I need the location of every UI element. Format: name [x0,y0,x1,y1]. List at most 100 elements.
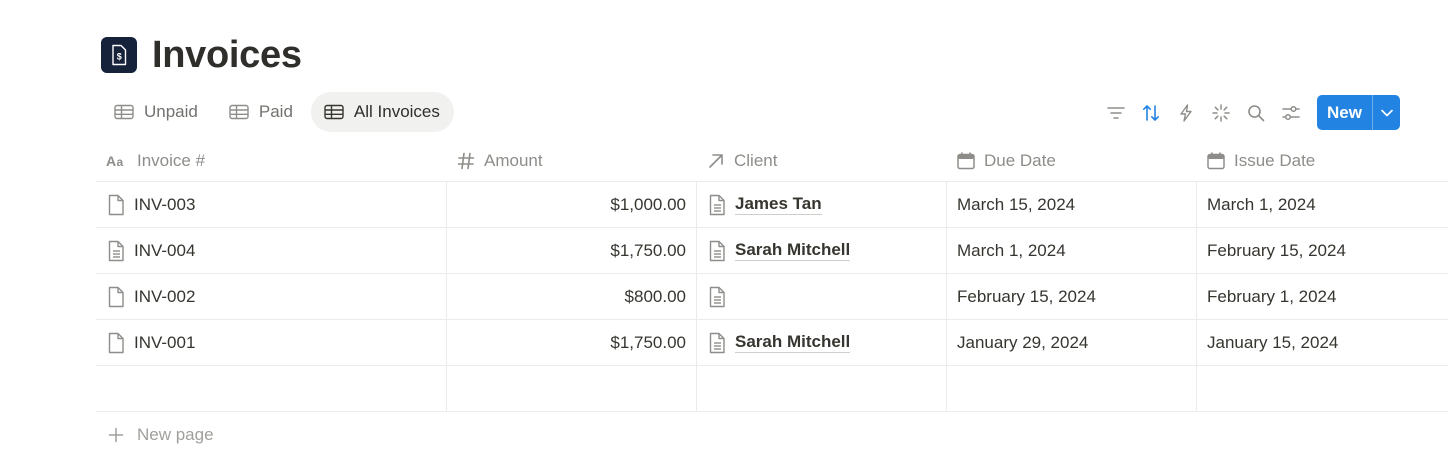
due-date-cell[interactable]: March 15, 2024 [947,182,1197,227]
amount-cell[interactable]: $1,750.00 [447,228,697,273]
page-title: Invoices [152,34,302,76]
text-page-icon [709,240,725,261]
column-header-invoice[interactable]: Aa Invoice # [96,140,447,181]
blank-page-icon [108,194,124,215]
client-cell[interactable]: Sarah Mitchell [697,320,947,365]
blank-page-icon [108,286,124,307]
table-header: Aa Invoice # Amount Client Due Date Issu… [96,140,1448,182]
table-row[interactable]: INV-002 $800.00 February 15, 2024 Februa… [96,274,1448,320]
invoice-number: INV-002 [134,286,196,306]
svg-text:$: $ [117,52,122,62]
column-label: Client [734,150,778,170]
ai-button[interactable] [1203,95,1238,130]
due-date-value: March 15, 2024 [957,194,1076,214]
calendar-icon [1207,151,1225,169]
due-date-value: January 29, 2024 [957,332,1089,352]
amount-value: $1,750.00 [610,332,686,352]
empty-cell[interactable] [96,366,447,411]
blank-page-icon [108,332,124,353]
issue-date-value: February 1, 2024 [1207,286,1337,306]
invoice-cell[interactable]: INV-003 [96,182,447,227]
number-hash-icon [457,152,475,169]
invoice-cell[interactable]: INV-002 [96,274,447,319]
search-icon [1247,104,1264,121]
column-header-amount[interactable]: Amount [447,140,697,181]
table-row[interactable]: INV-004 $1,750.00 Sarah Mitchell March 1… [96,228,1448,274]
new-options-button[interactable] [1372,95,1400,130]
column-label: Due Date [984,150,1056,170]
client-link[interactable]: James Tan [735,194,822,215]
client-cell[interactable]: Sarah Mitchell [697,228,947,273]
tab-paid[interactable]: Paid [216,92,307,132]
calendar-icon [957,151,975,169]
empty-cell[interactable] [697,366,947,411]
table-icon [229,104,249,120]
page-header: $ Invoices [101,32,302,78]
issue-date-cell[interactable]: January 15, 2024 [1197,320,1447,365]
amount-cell[interactable]: $800.00 [447,274,697,319]
plus-icon [108,427,124,443]
client-cell[interactable]: James Tan [697,182,947,227]
tab-label: Unpaid [144,102,198,121]
empty-cell[interactable] [447,366,697,411]
text-page-icon [709,194,725,215]
automation-icon [1179,103,1192,122]
tab-label: All Invoices [353,102,440,121]
client-cell[interactable] [697,274,947,319]
due-date-cell[interactable]: February 15, 2024 [947,274,1197,319]
table-icon [114,104,134,120]
database-toolbar: New [1098,95,1400,130]
tab-label: Paid [258,102,293,121]
client-link[interactable]: Sarah Mitchell [735,332,851,353]
table-row[interactable]: INV-003 $1,000.00 James Tan March 15, 20… [96,182,1448,228]
chevron-down-icon [1380,109,1393,116]
filter-button[interactable] [1098,95,1133,130]
sort-icon [1142,104,1159,121]
amount-value: $1,750.00 [610,240,686,260]
amount-value: $800.00 [624,286,686,306]
column-header-issue-date[interactable]: Issue Date [1197,140,1447,181]
invoice-cell[interactable]: INV-001 [96,320,447,365]
invoice-number: INV-001 [134,332,196,352]
issue-date-cell[interactable]: February 15, 2024 [1197,228,1447,273]
empty-table-row[interactable] [96,366,1448,412]
tab-all-invoices[interactable]: All Invoices [310,92,454,132]
issue-date-cell[interactable]: February 1, 2024 [1197,274,1447,319]
search-button[interactable] [1238,95,1273,130]
invoice-cell[interactable]: INV-004 [96,228,447,273]
relation-arrow-icon [709,153,723,168]
tab-unpaid[interactable]: Unpaid [101,92,212,132]
issue-date-value: January 15, 2024 [1207,332,1339,352]
due-date-value: March 1, 2024 [957,240,1066,260]
amount-cell[interactable]: $1,750.00 [447,320,697,365]
text-type-icon: Aa [106,154,124,168]
view-settings-button[interactable] [1273,95,1308,130]
svg-text:A: A [106,154,116,168]
client-link[interactable]: Sarah Mitchell [735,240,851,261]
column-label: Amount [484,150,543,170]
table-row[interactable]: INV-001 $1,750.00 Sarah Mitchell January… [96,320,1448,366]
amount-cell[interactable]: $1,000.00 [447,182,697,227]
invoice-number: INV-004 [134,240,196,260]
invoices-table: Aa Invoice # Amount Client Due Date Issu… [96,140,1448,412]
table-icon [324,104,344,120]
amount-value: $1,000.00 [610,194,686,214]
sort-button[interactable] [1133,95,1168,130]
issue-date-cell[interactable]: March 1, 2024 [1197,182,1447,227]
empty-cell[interactable] [947,366,1197,411]
text-page-icon [108,240,124,261]
due-date-value: February 15, 2024 [957,286,1096,306]
automation-button[interactable] [1168,95,1203,130]
issue-date-value: March 1, 2024 [1207,194,1316,214]
due-date-cell[interactable]: January 29, 2024 [947,320,1197,365]
new-button[interactable]: New [1317,95,1372,130]
empty-cell[interactable] [1197,366,1447,411]
new-page-button[interactable]: New page [108,425,214,445]
ai-sparkle-icon [1211,103,1230,122]
due-date-cell[interactable]: March 1, 2024 [947,228,1197,273]
dollar-document-icon[interactable]: $ [101,37,137,73]
settings-sliders-icon [1281,105,1300,120]
column-header-client[interactable]: Client [697,140,947,181]
invoice-number: INV-003 [134,194,196,214]
column-header-due-date[interactable]: Due Date [947,140,1197,181]
